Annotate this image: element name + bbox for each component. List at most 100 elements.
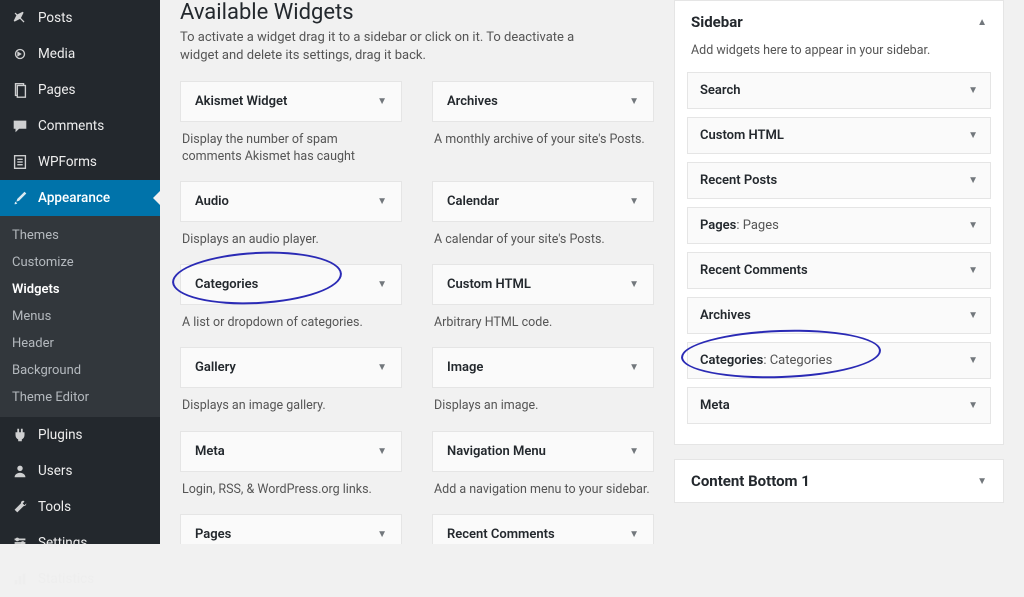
widget-calendar[interactable]: Calendar ▼: [432, 181, 654, 222]
widget-navigation-menu[interactable]: Navigation Menu ▼: [432, 431, 654, 472]
nav-label: Tools: [38, 499, 71, 515]
nav-comments[interactable]: Comments: [0, 108, 160, 144]
sidebar-widget-pages[interactable]: Pages: Pages ▼: [687, 207, 991, 244]
sidebar-widget-search[interactable]: Search ▼: [687, 72, 991, 109]
widget-desc: Displays an audio player.: [180, 222, 402, 262]
widget-title: Image: [447, 360, 483, 375]
widget-desc: Add a navigation menu to your sidebar.: [432, 472, 654, 512]
chevron-down-icon: ▼: [629, 446, 639, 457]
available-widgets-column: Available Widgets To activate a widget d…: [180, 0, 654, 544]
widget-instance-name: Categories: [770, 353, 833, 368]
chevron-down-icon: ▼: [977, 476, 987, 487]
nav-label: Statistics: [38, 571, 94, 587]
chevron-up-icon: ▲: [977, 17, 987, 28]
submenu-themes[interactable]: Themes: [0, 222, 160, 249]
chevron-down-icon: ▼: [629, 529, 639, 540]
nav-label: Media: [38, 46, 75, 62]
chevron-down-icon: ▼: [377, 446, 387, 457]
widget-label: Archives: [700, 308, 751, 323]
sidebar-widget-list: Search ▼ Custom HTML ▼ Recent Posts ▼ Pa…: [675, 72, 1003, 444]
nav-pages[interactable]: Pages: [0, 72, 160, 108]
widget-recent-comments[interactable]: Recent Comments ▼: [432, 514, 654, 544]
nav-label: Posts: [38, 10, 72, 26]
nav-label: Appearance: [38, 190, 110, 206]
widget-pages[interactable]: Pages ▼: [180, 514, 402, 544]
widget-title: Akismet Widget: [195, 94, 287, 109]
widget-categories[interactable]: Categories ▼: [180, 264, 402, 305]
nav-statistics[interactable]: Statistics: [0, 561, 160, 597]
nav-label: Settings: [38, 535, 87, 551]
submenu-header[interactable]: Header: [0, 330, 160, 357]
chevron-down-icon: ▼: [629, 196, 639, 207]
settings-icon: [10, 533, 30, 553]
sidebar-widget-custom-html[interactable]: Custom HTML ▼: [687, 117, 991, 154]
widget-title: Meta: [195, 444, 225, 459]
widget-title: Categories: [195, 277, 258, 292]
nav-wpforms[interactable]: WPForms: [0, 144, 160, 180]
content-bottom-header[interactable]: Content Bottom 1 ▼: [675, 460, 1003, 502]
widget-title: Pages: [195, 527, 231, 542]
widget-title: Custom HTML: [447, 277, 531, 292]
widget-label: Recent Comments: [700, 263, 808, 278]
sidebar-widget-recent-posts[interactable]: Recent Posts ▼: [687, 162, 991, 199]
page-description: To activate a widget drag it to a sideba…: [180, 29, 610, 65]
sidebar-widget-categories[interactable]: Categories: Categories ▼: [687, 342, 991, 379]
widget-akismet[interactable]: Akismet Widget ▼: [180, 81, 402, 122]
sidebar-area-header[interactable]: Sidebar ▲: [675, 1, 1003, 43]
widget-label: Search: [700, 83, 741, 98]
chevron-down-icon: ▼: [629, 96, 639, 107]
sidebar-widget-meta[interactable]: Meta ▼: [687, 387, 991, 424]
widget-label: Pages: [700, 218, 736, 233]
comment-icon: [10, 116, 30, 136]
nav-appearance[interactable]: Appearance: [0, 180, 160, 216]
chevron-down-icon: ▼: [968, 130, 978, 141]
user-icon: [10, 461, 30, 481]
widget-archives[interactable]: Archives ▼: [432, 81, 654, 122]
nav-settings[interactable]: Settings: [0, 525, 160, 561]
submenu-menus[interactable]: Menus: [0, 303, 160, 330]
submenu-background[interactable]: Background: [0, 357, 160, 384]
area-title: Sidebar: [691, 13, 743, 31]
widget-label: Meta: [700, 398, 730, 413]
widget-custom-html[interactable]: Custom HTML ▼: [432, 264, 654, 305]
widget-desc: Login, RSS, & WordPress.org links.: [180, 472, 402, 512]
chevron-down-icon: ▼: [377, 529, 387, 540]
sidebar-widget-archives[interactable]: Archives ▼: [687, 297, 991, 334]
widget-title: Recent Comments: [447, 527, 555, 542]
nav-tools[interactable]: Tools: [0, 489, 160, 525]
chevron-down-icon: ▼: [968, 355, 978, 366]
widget-gallery[interactable]: Gallery ▼: [180, 347, 402, 388]
sidebar-area: Sidebar ▲ Add widgets here to appear in …: [674, 0, 1004, 445]
nav-users[interactable]: Users: [0, 453, 160, 489]
sidebar-widget-recent-comments[interactable]: Recent Comments ▼: [687, 252, 991, 289]
pages-icon: [10, 80, 30, 100]
widget-image[interactable]: Image ▼: [432, 347, 654, 388]
stats-icon: [10, 569, 30, 589]
widget-audio[interactable]: Audio ▼: [180, 181, 402, 222]
nav-label: WPForms: [38, 154, 97, 170]
nav-media[interactable]: Media: [0, 36, 160, 72]
chevron-down-icon: ▼: [968, 265, 978, 276]
chevron-down-icon: ▼: [629, 362, 639, 373]
submenu-customize[interactable]: Customize: [0, 249, 160, 276]
widget-meta[interactable]: Meta ▼: [180, 431, 402, 472]
submenu-widgets[interactable]: Widgets: [0, 276, 160, 303]
widget-title: Navigation Menu: [447, 444, 546, 459]
widget-label: Categories: [700, 353, 763, 368]
nav-posts[interactable]: Posts: [0, 0, 160, 36]
area-desc: Add widgets here to appear in your sideb…: [675, 43, 1003, 72]
submenu-theme-editor[interactable]: Theme Editor: [0, 384, 160, 411]
nav-label: Comments: [38, 118, 104, 134]
appearance-submenu: Themes Customize Widgets Menus Header Ba…: [0, 216, 160, 417]
nav-plugins[interactable]: Plugins: [0, 417, 160, 453]
chevron-down-icon: ▼: [968, 220, 978, 231]
widget-title: Audio: [195, 194, 229, 209]
area-title: Content Bottom 1: [691, 472, 810, 490]
chevron-down-icon: ▼: [377, 196, 387, 207]
tools-icon: [10, 497, 30, 517]
nav-label: Users: [38, 463, 72, 479]
available-widgets-grid: Akismet Widget ▼ Display the number of s…: [180, 81, 654, 544]
chevron-down-icon: ▼: [377, 96, 387, 107]
widget-desc: Displays an image gallery.: [180, 388, 402, 428]
widget-desc: Arbitrary HTML code.: [432, 305, 654, 345]
